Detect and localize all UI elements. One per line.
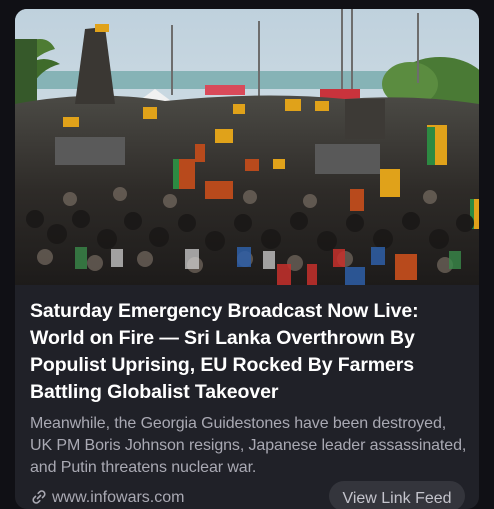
preview-image[interactable]: [15, 9, 479, 285]
post-headline[interactable]: Saturday Emergency Broadcast Now Live: W…: [30, 298, 470, 406]
view-link-feed-button[interactable]: View Link Feed: [329, 481, 465, 509]
crowd-protest-photo: [15, 9, 479, 285]
link-domain[interactable]: www.infowars.com: [52, 488, 184, 508]
post-description: Meanwhile, the Georgia Guidestones have …: [30, 415, 467, 476]
post-text[interactable]: Saturday Emergency Broadcast Now Live: W…: [30, 298, 470, 479]
link-icon: [32, 490, 46, 504]
link-preview-card[interactable]: Saturday Emergency Broadcast Now Live: W…: [15, 9, 479, 509]
link-footer: www.infowars.com View Link Feed: [15, 481, 479, 509]
